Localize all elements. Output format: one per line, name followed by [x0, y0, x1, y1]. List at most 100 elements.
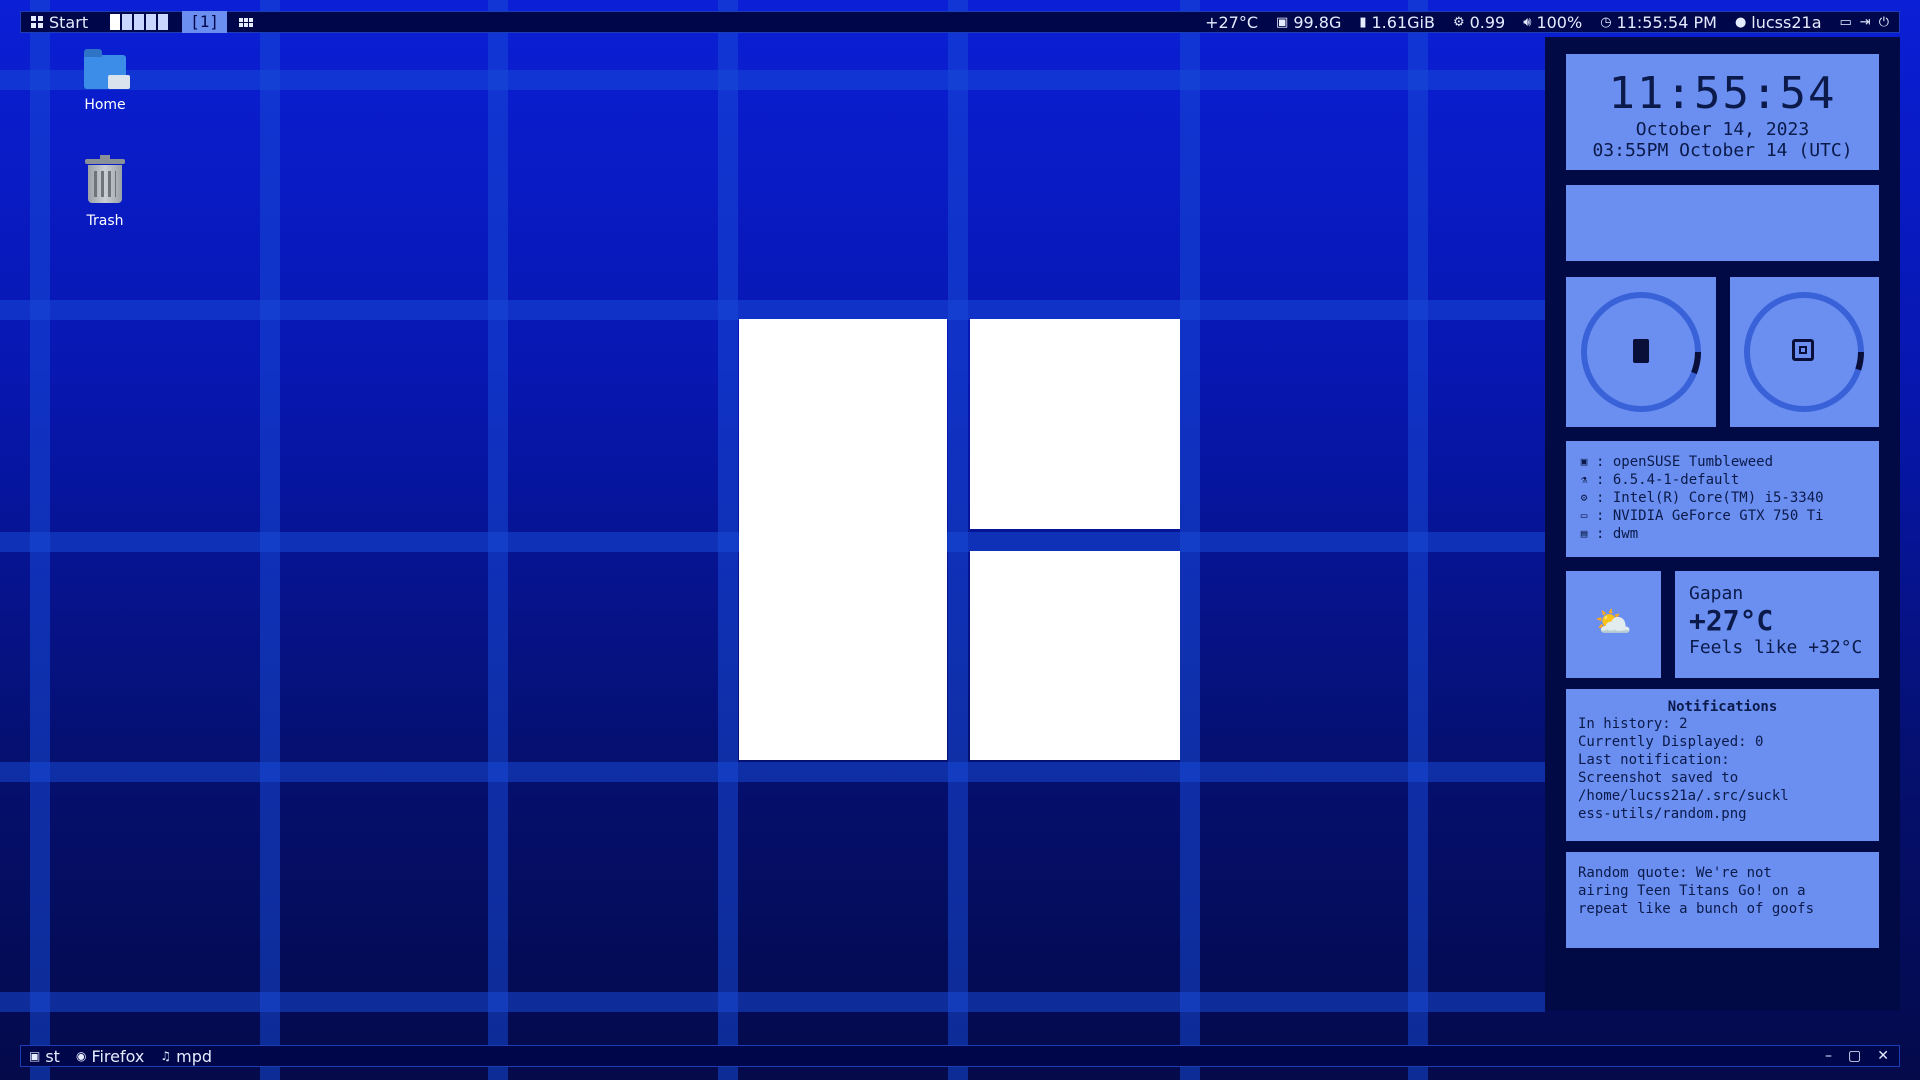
desktop-icon-label: Trash [86, 213, 124, 229]
clock-card: 11:55:54 October 14, 2023 03:55PM Octobe… [1566, 54, 1879, 170]
start-button[interactable]: Start [21, 13, 98, 32]
task-mpd[interactable]: ♫ mpd [152, 1047, 220, 1066]
weather-feels: Feels like +32°C [1689, 637, 1863, 658]
top-bar: Start [1] +27°C ▣ 99.8G ▮ 1.61GiB ⚙ 0.99… [20, 11, 1900, 33]
cpu-gauge-card [1730, 277, 1879, 427]
clock-icon: ◷ [1600, 14, 1612, 30]
notifications-title: Notifications [1667, 699, 1778, 715]
memory-value: 1.61GiB [1371, 12, 1435, 32]
logo-tile-bottom-right [970, 551, 1180, 760]
weather-card: Gapan +27°C Feels like +32°C [1675, 571, 1879, 678]
volume-value: 100% [1536, 12, 1583, 32]
screen-icon[interactable]: ▭ [1840, 15, 1852, 30]
sysinfo-row: ▭ : NVIDIA GeForce GTX 750 Ti [1578, 507, 1867, 525]
terminal-icon: ▣ [29, 1049, 41, 1063]
sysinfo-row: ⚙ : Intel(R) Core(TM) i5-3340 [1578, 489, 1867, 507]
task-label: mpd [176, 1046, 213, 1066]
notification-line: /home/lucss21a/.src/suckl [1578, 788, 1789, 804]
cpu-icon: ⚙ [1580, 491, 1588, 504]
desktop-icon-home[interactable]: Home [55, 49, 155, 113]
user-icon: ● [1734, 14, 1747, 30]
sysinfo-text: : Intel(R) Core(TM) i5-3340 [1596, 490, 1824, 506]
cpu-chip-icon [1792, 339, 1814, 361]
sysinfo-text: : NVIDIA GeForce GTX 750 Ti [1596, 508, 1824, 524]
maximize-icon[interactable]: ▢ [1848, 1048, 1861, 1064]
close-icon[interactable]: ✕ [1877, 1048, 1889, 1064]
tag-5[interactable] [158, 14, 169, 30]
home-folder-icon [84, 49, 130, 89]
weather-temp: +27°C [1689, 604, 1774, 637]
notification-line: In history: 2 [1578, 716, 1688, 732]
task-firefox[interactable]: ◉ Firefox [68, 1047, 152, 1066]
desktop-icon-label: Home [84, 97, 126, 113]
layout-indicator[interactable]: [1] [182, 11, 227, 33]
volume-status[interactable]: 🔊︎ 100% [1523, 13, 1582, 32]
sysinfo-row: ▤ : dwm [1578, 525, 1867, 543]
tag-2[interactable] [122, 14, 133, 30]
sysinfo-card: ▣ : openSUSE Tumbleweed ⚗ : 6.5.4-1-defa… [1566, 441, 1879, 557]
cpu-icon: ⚙ [1452, 14, 1465, 30]
tag-3[interactable] [134, 14, 145, 30]
apps-grid-icon[interactable] [239, 17, 253, 27]
temperature-value: +27°C [1205, 12, 1259, 32]
firefox-icon: ◉ [75, 1049, 87, 1063]
clock-time: 11:55:54 [1608, 68, 1837, 119]
gpu-icon: ▭ [1580, 509, 1588, 522]
partly-cloudy-icon: ⛅ [1594, 605, 1633, 640]
weather-city: Gapan [1689, 583, 1744, 604]
disk-icon: ▣ [1276, 14, 1289, 30]
music-icon: ♫ [160, 1049, 172, 1063]
cpu-load-status: ⚙ 0.99 [1453, 13, 1505, 32]
clock-status: ◷ 11:55:54 PM [1600, 13, 1717, 32]
desktop-icon-trash[interactable]: Trash [55, 155, 155, 229]
minimize-icon[interactable]: – [1825, 1048, 1832, 1064]
conky-panel: 11:55:54 October 14, 2023 03:55PM Octobe… [1545, 37, 1900, 1010]
weather-icon-card: ⛅ [1566, 571, 1661, 678]
sysinfo-row: ▣ : openSUSE Tumbleweed [1578, 453, 1867, 471]
notification-line: ess-utils/random.png [1578, 806, 1747, 822]
trash-icon [85, 155, 125, 203]
window-controls: – ▢ ✕ [1825, 1048, 1899, 1064]
task-label: st [45, 1046, 60, 1066]
time-value: 11:55:54 PM [1616, 12, 1717, 32]
temperature-status: +27°C [1205, 13, 1258, 32]
tag-4[interactable] [146, 14, 157, 30]
tag-1[interactable] [110, 14, 121, 30]
task-st[interactable]: ▣ st [21, 1047, 68, 1066]
sysinfo-row: ⚗ : 6.5.4-1-default [1578, 471, 1867, 489]
memory-icon: ▮ [1359, 14, 1367, 30]
wm-icon: ▤ [1580, 527, 1588, 540]
clock-date: October 14, 2023 [1635, 119, 1810, 140]
quote-line: Random quote: We're not [1578, 865, 1772, 881]
status-area: +27°C ▣ 99.8G ▮ 1.61GiB ⚙ 0.99 🔊︎ 100% ◷… [1205, 13, 1899, 32]
os-icon: ▣ [1580, 455, 1588, 468]
load-value: 0.99 [1469, 12, 1506, 32]
notification-line: Last notification: [1578, 752, 1730, 768]
memory-chip-icon [1633, 339, 1649, 363]
user-status: ● lucss21a [1735, 13, 1822, 32]
logo-tile-top-right [970, 319, 1180, 529]
start-label: Start [49, 12, 89, 32]
quote-line: airing Teen Titans Go! on a [1578, 883, 1806, 899]
user-value: lucss21a [1751, 12, 1822, 32]
session-controls: ▭ ⇥ ⏻ [1840, 15, 1890, 30]
notification-line: Currently Displayed: 0 [1578, 734, 1764, 750]
empty-card [1566, 185, 1879, 261]
taskbar: ▣ st ◉ Firefox ♫ mpd – ▢ ✕ [20, 1045, 1900, 1067]
sysinfo-text: : dwm [1596, 526, 1639, 542]
memory-status: ▮ 1.61GiB [1359, 13, 1435, 32]
sysinfo-text: : 6.5.4-1-default [1596, 472, 1740, 488]
clock-utc: 03:55PM October 14 (UTC) [1592, 140, 1853, 161]
disk-status: ▣ 99.8G [1276, 13, 1341, 32]
memory-gauge-card [1566, 277, 1716, 427]
quote-line: repeat like a bunch of goofs [1578, 901, 1815, 917]
start-icon [31, 16, 43, 28]
power-icon[interactable]: ⏻ [1879, 15, 1889, 30]
volume-icon: 🔊︎ [1523, 14, 1532, 30]
notifications-card: Notifications In history: 2 Currently Di… [1566, 689, 1879, 841]
task-label: Firefox [91, 1046, 145, 1066]
disk-value: 99.8G [1293, 12, 1342, 32]
logout-icon[interactable]: ⇥ [1860, 15, 1871, 30]
quote-card: Random quote: We're not airing Teen Tita… [1566, 852, 1879, 948]
kernel-icon: ⚗ [1580, 473, 1588, 486]
